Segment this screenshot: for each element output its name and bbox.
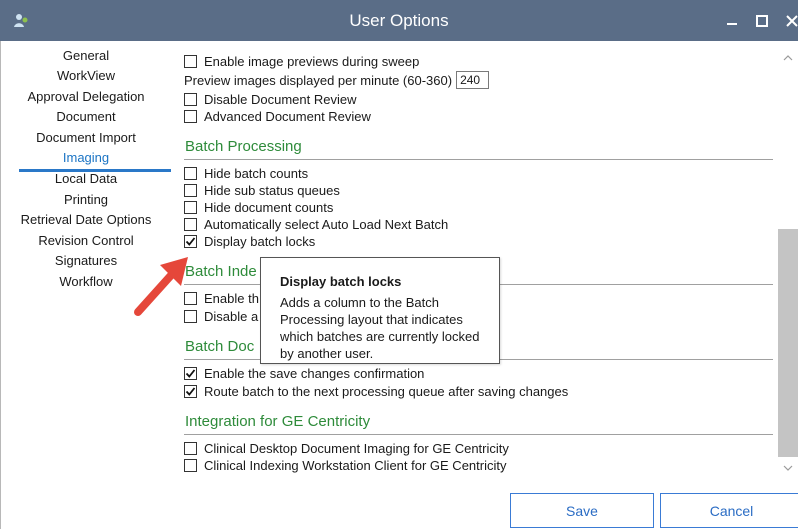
route-batch-label: Route batch to the next processing queue… (204, 383, 569, 399)
clinical-desktop-label: Clinical Desktop Document Imaging for GE… (204, 440, 509, 456)
hide-sub-status-label: Hide sub status queues (204, 182, 340, 198)
tooltip-body: Adds a column to the Batch Processing la… (280, 295, 480, 361)
auto-load-next-batch-checkbox[interactable] (184, 217, 197, 231)
nav-item-revision-control[interactable]: Revision Control (1, 231, 171, 251)
hide-batch-counts-label: Hide batch counts (204, 165, 309, 181)
annotation-arrow-icon (134, 257, 188, 316)
disable-review-option[interactable]: Disable Document Review (184, 90, 356, 108)
display-batch-locks-option[interactable]: Display batch locks (184, 232, 315, 250)
disable-review-checkbox[interactable] (184, 92, 197, 106)
batch-doc-heading: Batch Doc (185, 338, 255, 355)
nav-item-document[interactable]: Document (1, 107, 171, 127)
hide-batch-counts-checkbox[interactable] (184, 166, 197, 180)
window-title: User Options (349, 11, 449, 30)
batch-index-label-2: Disable a (204, 308, 259, 324)
scroll-down-icon[interactable] (781, 462, 795, 476)
scroll-up-icon[interactable] (781, 52, 795, 66)
save-button[interactable]: Save (510, 493, 654, 528)
checkmark-icon (185, 236, 196, 246)
preview-rate-input[interactable]: 240 (456, 71, 490, 89)
checkmark-icon (185, 386, 196, 396)
cancel-button[interactable]: Cancel (660, 493, 798, 528)
scrollbar-thumb[interactable] (778, 229, 798, 457)
clinical-desktop-checkbox[interactable] (184, 441, 197, 455)
hide-document-counts-label: Hide document counts (204, 199, 334, 215)
nav-item-document-import[interactable]: Document Import (1, 128, 171, 148)
clinical-indexing-checkbox[interactable] (184, 458, 197, 472)
clinical-indexing-label: Clinical Indexing Workstation Client for… (204, 457, 507, 473)
enable-previews-option[interactable]: Enable image previews during sweep (184, 52, 419, 70)
nav-item-retrieval-date-options[interactable]: Retrieval Date Options (1, 210, 171, 230)
close-icon (786, 14, 798, 27)
route-batch-option[interactable]: Route batch to the next processing queue… (184, 382, 568, 400)
advanced-review-label: Advanced Document Review (204, 108, 371, 124)
minimize-button[interactable] (716, 0, 748, 41)
nav-item-local-data[interactable]: Local Data (1, 169, 171, 189)
hide-document-counts-checkbox[interactable] (184, 200, 197, 214)
save-confirmation-checkbox[interactable] (184, 366, 197, 380)
hide-sub-status-checkbox[interactable] (184, 183, 197, 197)
advanced-review-checkbox[interactable] (184, 109, 197, 123)
save-confirmation-label: Enable the save changes confirmation (204, 365, 425, 381)
auto-load-next-batch-option[interactable]: Automatically select Auto Load Next Batc… (184, 215, 448, 233)
preview-rate-label: Preview images displayed per minute (60-… (184, 72, 453, 88)
enable-previews-checkbox[interactable] (184, 54, 197, 68)
checkmark-icon (185, 368, 196, 378)
clinical-indexing-option[interactable]: Clinical Indexing Workstation Client for… (184, 456, 507, 474)
nav-item-approval-delegation[interactable]: Approval Delegation (1, 87, 171, 107)
tooltip-title: Display batch locks (280, 274, 402, 289)
batch-processing-heading: Batch Processing (185, 138, 302, 155)
nav-item-imaging[interactable]: Imaging (1, 148, 171, 168)
nav-item-workview[interactable]: WorkView (1, 66, 171, 86)
hide-sub-status-option[interactable]: Hide sub status queues (184, 181, 340, 199)
nav-item-general[interactable]: General (1, 46, 171, 66)
minimize-icon (727, 22, 737, 25)
auto-load-next-batch-label: Automatically select Auto Load Next Batc… (204, 216, 449, 232)
ge-centricity-heading: Integration for GE Centricity (185, 413, 371, 430)
tooltip: Display batch locks Adds a column to the… (260, 257, 500, 364)
save-confirmation-option[interactable]: Enable the save changes confirmation (184, 364, 424, 382)
enable-previews-label: Enable image previews during sweep (204, 53, 420, 69)
nav-item-printing[interactable]: Printing (1, 190, 171, 210)
display-batch-locks-label: Display batch locks (204, 233, 316, 249)
close-button[interactable] (776, 0, 798, 41)
batch-index-label-1: Enable th (204, 290, 259, 306)
maximize-icon (756, 14, 768, 27)
preview-rate-option: Preview images displayed per minute (60-… (184, 71, 490, 89)
title-bar: User Options (0, 0, 798, 41)
advanced-review-option[interactable]: Advanced Document Review (184, 107, 371, 125)
clinical-desktop-option[interactable]: Clinical Desktop Document Imaging for GE… (184, 439, 509, 457)
section-divider (184, 159, 773, 160)
section-divider (184, 434, 773, 435)
maximize-button[interactable] (746, 0, 778, 41)
hide-batch-counts-option[interactable]: Hide batch counts (184, 164, 308, 182)
display-batch-locks-checkbox[interactable] (184, 234, 197, 248)
hide-document-counts-option[interactable]: Hide document counts (184, 198, 333, 216)
route-batch-checkbox[interactable] (184, 384, 197, 398)
disable-review-label: Disable Document Review (204, 91, 357, 107)
